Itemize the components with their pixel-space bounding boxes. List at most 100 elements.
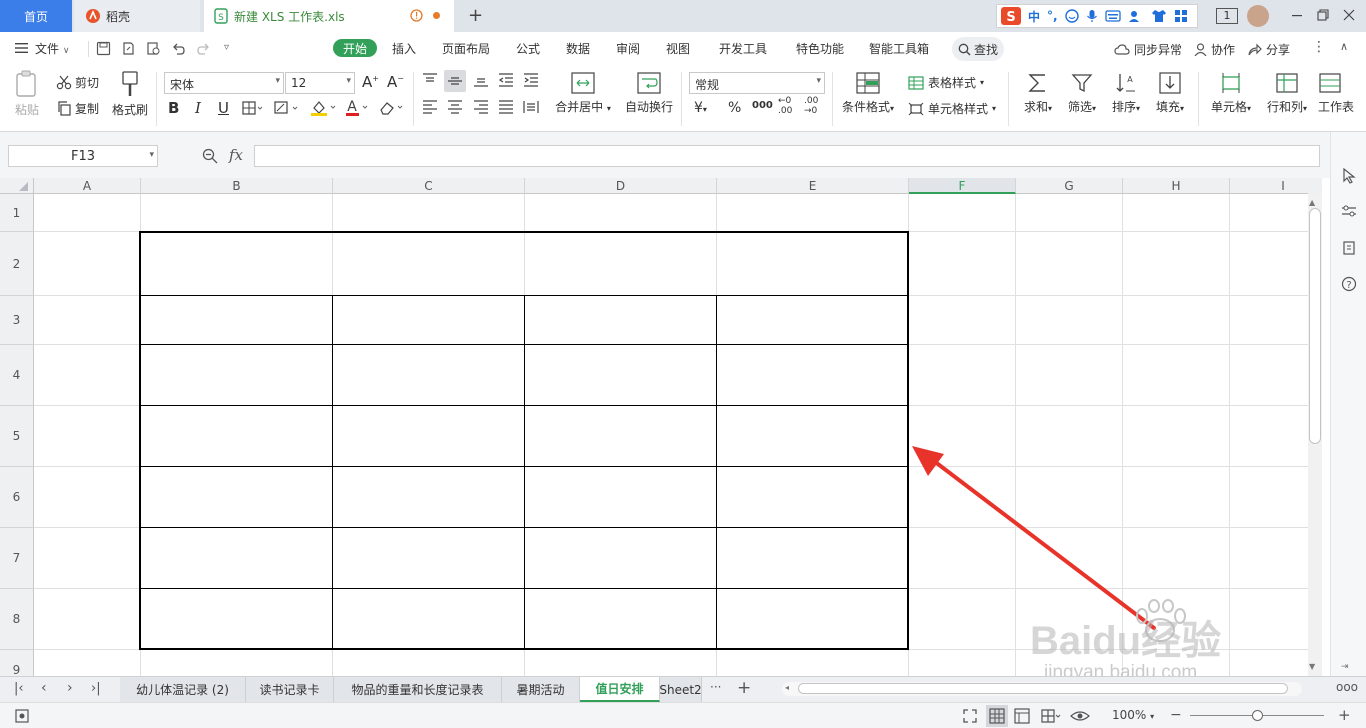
menu-developer[interactable]: 开发工具 (719, 40, 767, 58)
name-box[interactable]: F13 ▾ (8, 145, 158, 167)
column-header-h[interactable]: H (1123, 178, 1230, 194)
copy-button[interactable]: 复制 (56, 100, 99, 117)
column-header-g[interactable]: G (1016, 178, 1123, 194)
collaborate-button[interactable]: 协作 (1194, 41, 1235, 58)
undo-icon[interactable] (171, 41, 186, 56)
zoom-out-button[interactable]: − (1170, 707, 1182, 723)
backup-icon[interactable] (1341, 240, 1357, 256)
keyboard-icon[interactable] (1104, 10, 1121, 22)
sheet-tab-summer[interactable]: 暑期活动 (502, 677, 580, 702)
row-header-4[interactable]: 4 (0, 345, 34, 406)
grid-menu-icon[interactable] (1174, 9, 1188, 23)
column-header-f[interactable]: F (909, 178, 1016, 194)
properties-icon[interactable] (1341, 204, 1357, 218)
more-options-icon[interactable]: ⋮ (1312, 39, 1326, 55)
table-style-button[interactable]: 表格样式 ▾ (908, 74, 984, 91)
user-skin-icon[interactable] (1128, 9, 1144, 23)
menu-data[interactable]: 数据 (566, 40, 590, 58)
menu-formula[interactable]: 公式 (516, 40, 540, 58)
hamburger-icon[interactable] (15, 42, 29, 54)
vertical-scrollbar[interactable]: ▲ ▼ (1308, 194, 1322, 676)
page-layout-view-icon[interactable] (1014, 708, 1030, 724)
fill-color-icon[interactable] (310, 99, 338, 117)
align-left-icon[interactable] (421, 99, 439, 115)
row-header-5[interactable]: 5 (0, 406, 34, 467)
increase-indent-icon[interactable] (522, 72, 540, 88)
zoom-slider-thumb[interactable] (1252, 710, 1263, 721)
insert-function-button[interactable]: fx (229, 146, 243, 164)
zoom-formula-icon[interactable] (202, 148, 218, 164)
italic-icon[interactable]: I (195, 99, 201, 117)
select-all-corner[interactable] (0, 178, 34, 194)
menu-view[interactable]: 视图 (666, 40, 690, 58)
page-indicator[interactable]: 1 (1216, 8, 1238, 24)
next-sheet-icon[interactable]: › (67, 680, 73, 696)
conditional-format-button[interactable]: 条件格式▾ (838, 72, 898, 115)
save-icon[interactable] (96, 41, 111, 56)
minimize-icon[interactable] (1290, 8, 1304, 22)
fill-button[interactable]: 填充▾ (1150, 72, 1190, 115)
fullscreen-icon[interactable] (962, 708, 978, 724)
avatar[interactable] (1247, 5, 1269, 27)
search-box[interactable]: 查找 (952, 37, 1004, 61)
ime-lang-toggle[interactable]: 中 (1028, 8, 1040, 25)
filter-button[interactable]: 筛选▾ (1062, 72, 1102, 115)
column-header-i[interactable]: I (1230, 178, 1308, 194)
cell-style-button[interactable]: 单元格样式 ▾ (908, 100, 996, 117)
percent-icon[interactable]: % (728, 100, 741, 116)
sheet-tab-temperature[interactable]: 幼儿体温记录 (2) (120, 677, 246, 702)
sheet-tab-duty-active[interactable]: 值日安排 (580, 677, 660, 702)
row-col-button[interactable]: 行和列▾ (1262, 72, 1312, 115)
number-format-select[interactable]: 常规 ▾ (689, 72, 825, 94)
row-header-1[interactable]: 1 (0, 194, 34, 232)
align-right-icon[interactable] (472, 99, 490, 115)
sort-button[interactable]: A 排序▾ (1106, 72, 1146, 115)
tab-file[interactable]: S 新建 XLS 工作表.xls (204, 0, 454, 32)
column-header-a[interactable]: A (34, 178, 141, 194)
restore-icon[interactable] (1316, 8, 1330, 22)
row-header-9[interactable]: 9 (0, 650, 34, 676)
increase-decimal-icon[interactable]: ←0.00 (778, 96, 792, 116)
column-header-d[interactable]: D (525, 178, 717, 194)
column-header-e[interactable]: E (717, 178, 909, 194)
row-header-6[interactable]: 6 (0, 467, 34, 528)
sheet-tab-reading[interactable]: 读书记录卡 (246, 677, 334, 702)
close-icon[interactable] (1342, 8, 1356, 22)
zoom-in-button[interactable]: + (1338, 706, 1351, 724)
formula-input[interactable] (254, 145, 1320, 167)
font-size-select[interactable]: 12 ▾ (285, 72, 355, 94)
last-sheet-icon[interactable]: ›| (91, 681, 101, 696)
thousands-separator-icon[interactable]: 000 (752, 100, 773, 111)
increase-font-icon[interactable]: A+ (362, 73, 379, 91)
decrease-font-icon[interactable]: A− (387, 73, 404, 91)
macro-record-icon[interactable] (14, 708, 30, 724)
menu-file[interactable]: 文件 ∨ (35, 40, 69, 58)
align-top-icon[interactable] (421, 72, 439, 88)
align-center-icon[interactable] (446, 99, 464, 115)
scroll-up-icon[interactable]: ▲ (1309, 198, 1315, 207)
menu-insert[interactable]: 插入 (392, 40, 416, 58)
tab-daoke[interactable]: 稻壳 (74, 0, 200, 32)
menu-page-layout[interactable]: 页面布局 (442, 40, 490, 58)
row-header-3[interactable]: 3 (0, 296, 34, 345)
new-tab-button[interactable]: + (468, 5, 483, 26)
merge-center-button[interactable]: 合并居中 ▾ (552, 72, 614, 115)
tab-home[interactable]: 首页 (0, 0, 72, 32)
currency-icon[interactable]: ¥▾ (694, 100, 707, 116)
cursor-select-icon[interactable] (1342, 168, 1356, 184)
row-header-7[interactable]: 7 (0, 528, 34, 589)
sheet-tab-sheet2[interactable]: Sheet2 (660, 677, 702, 702)
column-header-b[interactable]: B (141, 178, 333, 194)
sheet-more-icon[interactable]: ooo (1336, 680, 1358, 694)
normal-view-icon[interactable] (986, 705, 1008, 727)
worksheet-button[interactable]: 工作表 (1318, 72, 1358, 115)
quick-access-more-icon[interactable]: ▿ (224, 42, 229, 53)
format-painter-button[interactable]: 格式刷 (110, 70, 150, 118)
auto-wrap-button[interactable]: 自动换行 (622, 72, 676, 115)
zoom-select[interactable]: 100% ▾ (1112, 708, 1154, 722)
sheet-tab-weight-length[interactable]: 物品的重量和长度记录表 (334, 677, 502, 702)
emoji-icon[interactable] (1064, 9, 1079, 23)
row-header-8[interactable]: 8 (0, 589, 34, 650)
menu-special[interactable]: 特色功能 (796, 40, 844, 58)
first-sheet-icon[interactable]: |‹ (14, 681, 24, 696)
